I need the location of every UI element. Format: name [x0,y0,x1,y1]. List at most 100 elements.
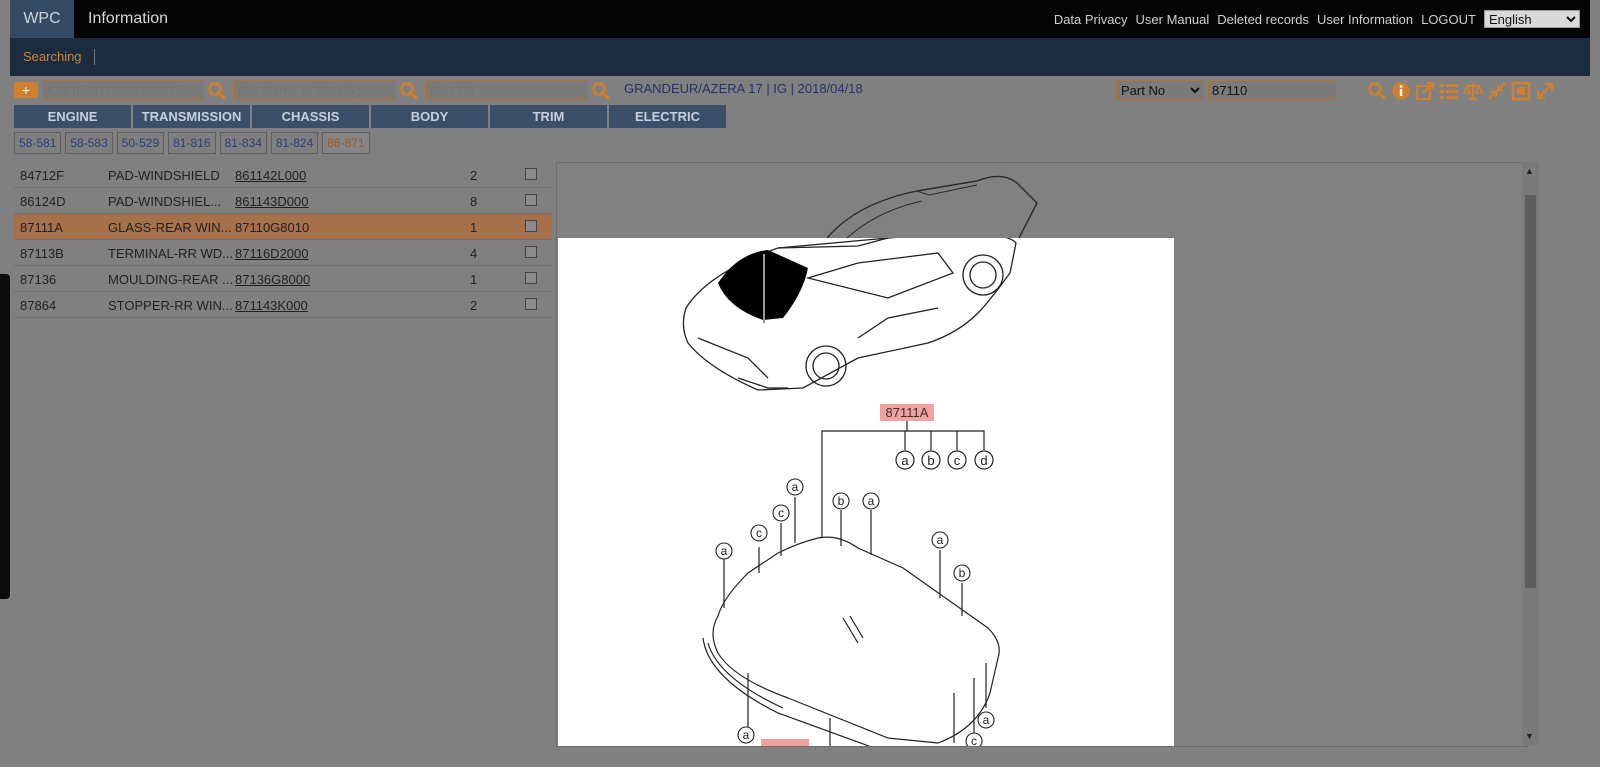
car-name-input[interactable] [234,81,396,99]
ref-cell: 87136 [20,272,57,287]
list-icon[interactable] [1438,80,1460,102]
tab-transmission[interactable]: TRANSMISSION [133,105,250,128]
expand-icon[interactable] [1534,80,1556,102]
ref-cell: 84712F [20,168,65,183]
qty-cell: 4 [470,246,478,261]
group-tab[interactable]: 58-581 [14,132,62,154]
row-checkbox[interactable] [525,298,537,310]
callout-label: 87111A [886,405,929,420]
qty-cell: 1 [470,272,478,287]
part-search-value-input[interactable] [1208,81,1336,99]
table-row[interactable]: 87113B TERMINAL-RR WD... 87116D2000 4 [14,240,552,266]
marker-a: a [937,533,944,547]
category-tabs: ENGINE TRANSMISSION CHASSIS BODY TRIM EL… [14,105,726,128]
marker-a: a [901,453,909,468]
partno-link[interactable]: 861142L000 [235,168,306,183]
vin-search-icon[interactable] [206,80,228,102]
separator [94,49,95,65]
car-outline-overflow [826,175,1038,239]
row-checkbox[interactable] [525,194,537,206]
tab-electric[interactable]: ELECTRIC [609,105,726,128]
export-icon[interactable] [1414,80,1436,102]
partno-link[interactable]: 87136G8000 [235,272,310,287]
language-select[interactable]: English [1484,10,1580,28]
information-tab[interactable]: Information [88,0,168,38]
part-search-icon[interactable] [590,80,612,102]
scroll-thumb[interactable] [1525,195,1536,588]
ref-cell: 87864 [20,298,57,313]
partno-link[interactable]: 871143K000 [235,298,308,313]
marker-a: a [868,494,875,508]
marker-b: b [959,566,966,580]
searching-tab[interactable]: Searching [23,38,82,76]
table-row-selected[interactable]: 87111A GLASS-REAR WIN... 87110G8010 1 [14,214,552,240]
marker-b: b [838,494,845,508]
row-checkbox[interactable] [525,168,537,180]
partno-link[interactable]: 87110G8010 [235,220,309,235]
ref-cell: 87111A [20,220,63,235]
name-cell: GLASS-REAR WIN... [108,220,232,235]
group-tab[interactable]: 81-834 [219,132,267,154]
qty-cell: 8 [470,194,478,209]
tab-trim[interactable]: TRIM [490,105,607,128]
top-navbar: WPC Information Data Privacy User Manual… [10,0,1590,38]
user-information-link[interactable]: User Information [1317,12,1413,27]
tab-body[interactable]: BODY [371,105,488,128]
logout-link[interactable]: LOGOUT [1421,12,1476,27]
tab-engine[interactable]: ENGINE [14,105,131,128]
info-icon[interactable] [1390,80,1412,102]
group-tab-active[interactable]: 86-871 [322,132,370,154]
ref-cell: 87113B [20,246,64,261]
fit-icon[interactable] [1510,80,1532,102]
row-checkbox[interactable] [525,220,537,232]
ref-cell: 86124D [20,194,66,209]
name-cell: PAD-WINDSHIELD [108,168,220,183]
table-row[interactable]: 87136 MOULDING-REAR ... 87136G8000 1 [14,266,552,292]
row-checkbox[interactable] [525,272,537,284]
group-tab[interactable]: 50-529 [116,132,165,154]
qty-cell: 2 [470,168,478,183]
rear-glass-diagram: 87111A a b c d a c c a b a a b a a c [682,232,1017,747]
vin-input[interactable] [43,81,204,99]
marker-a: a [721,544,728,558]
data-privacy-link[interactable]: Data Privacy [1054,12,1128,27]
marker-c: c [756,526,762,540]
group-tab[interactable]: 58-583 [65,132,113,154]
marker-d: d [980,453,987,468]
marker-a: a [983,713,990,727]
marker-a: a [743,728,750,742]
tab-chassis[interactable]: CHASSIS [252,105,369,128]
diagram-viewer: 87111A a b c d a c c a b a a b a a c [556,162,1528,747]
callout-highlight[interactable] [761,739,809,747]
table-row[interactable]: 84712F PAD-WINDSHIELD 861142L000 2 [14,162,552,188]
compare-icon[interactable] [1462,80,1484,102]
scroll-up-arrow[interactable]: ▲ [1525,166,1534,176]
top-links: Data Privacy User Manual Deleted records… [1054,0,1580,38]
add-button[interactable]: + [14,82,38,98]
partno-link[interactable]: 861143D000 [235,194,309,209]
marker-c: c [778,506,784,520]
row-checkbox[interactable] [525,246,537,258]
marker-c: c [954,453,961,468]
table-row[interactable]: 86124D PAD-WINDSHIEL... 861143D000 8 [14,188,552,214]
search-icon[interactable] [1366,80,1388,102]
side-drawer-handle[interactable] [0,274,10,599]
marker-a: a [792,480,799,494]
part-no-input[interactable] [426,81,588,99]
parts-table: 84712F PAD-WINDSHIELD 861142L000 2 86124… [14,162,552,318]
group-tab[interactable]: 81-824 [270,132,319,154]
scroll-down-arrow[interactable]: ▼ [1525,731,1534,741]
vertical-scrollbar[interactable]: ▲ ▼ [1522,162,1539,745]
deleted-records-link[interactable]: Deleted records [1217,12,1309,27]
search-mode-select[interactable]: Part No [1116,81,1204,99]
group-tab[interactable]: 81-816 [168,132,216,154]
table-row[interactable]: 87864 STOPPER-RR WIN... 871143K000 2 [14,292,552,318]
car-search-icon[interactable] [398,80,420,102]
marker-c: c [971,734,977,747]
user-manual-link[interactable]: User Manual [1136,12,1210,27]
brand-tab[interactable]: WPC [10,0,74,38]
shrink-icon[interactable] [1486,80,1508,102]
diagram-image: 87111A a b c d a c c a b a a b a a c [558,232,1174,747]
partno-link[interactable]: 87116D2000 [235,246,309,261]
name-cell: MOULDING-REAR ... [108,272,233,287]
